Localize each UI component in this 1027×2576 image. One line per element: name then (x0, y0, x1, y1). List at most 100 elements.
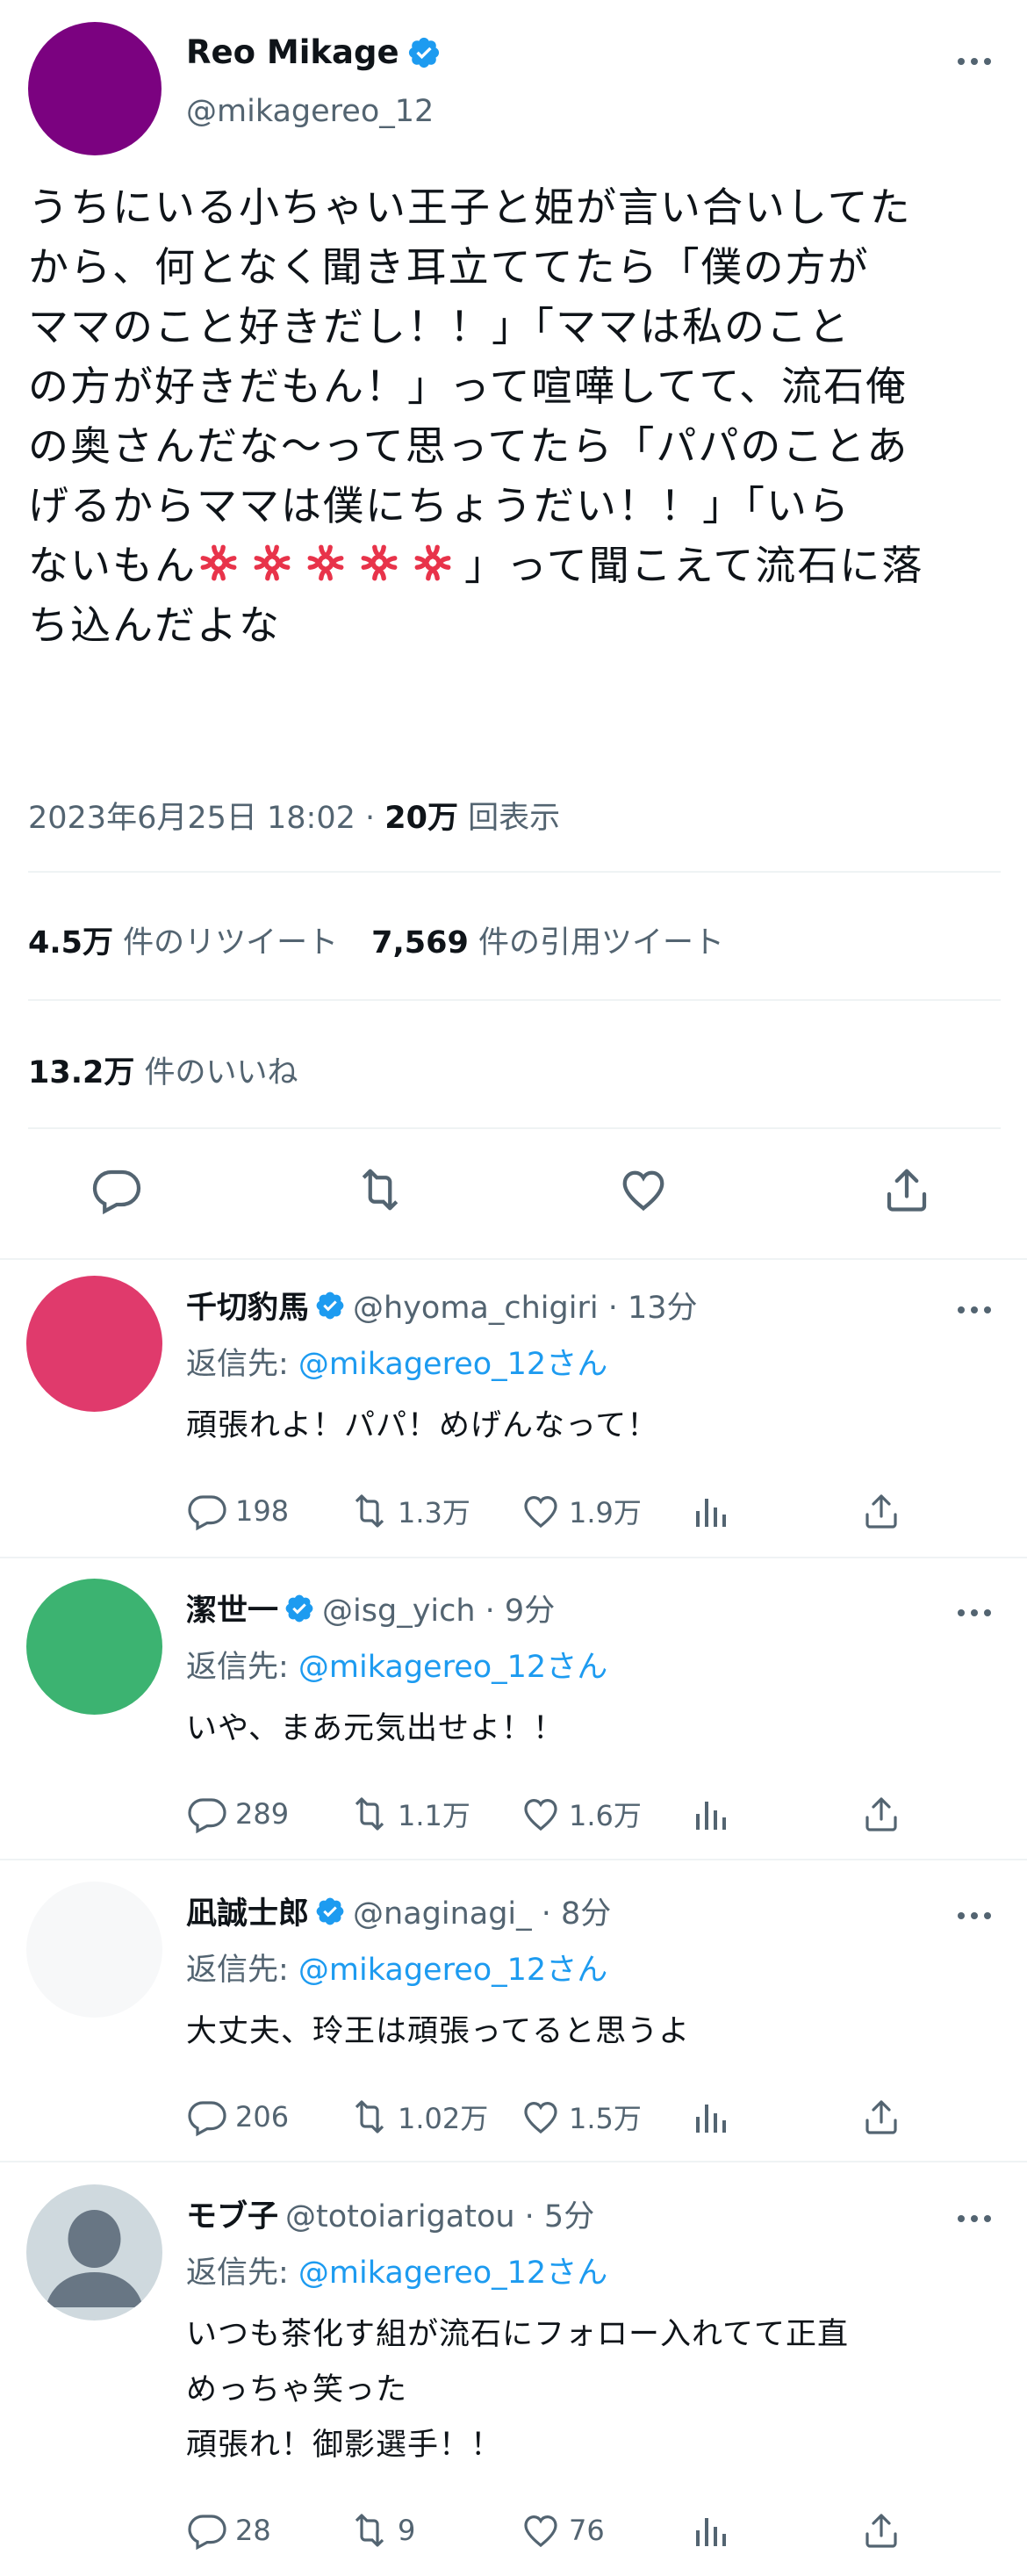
tweet-text-line: うちにいる小ちゃい王子と姫が言い合いしてた (28, 183, 912, 231)
share-button[interactable] (860, 1490, 902, 1532)
reply-icon (188, 2515, 226, 2551)
retweet-icon (355, 2100, 384, 2133)
quote-stat[interactable]: 7,569 件の引用ツイート (371, 925, 724, 961)
like-total: 13.2万 (28, 1055, 135, 1090)
more-icon[interactable] (952, 1600, 996, 1626)
reply-to-label: 返信先: (186, 2256, 298, 2291)
views-button[interactable] (691, 2509, 733, 2551)
reply-avatar[interactable] (26, 1276, 162, 1412)
more-icon[interactable] (952, 1903, 996, 1929)
reply-button[interactable]: 28 (186, 2509, 271, 2551)
views-button[interactable] (691, 1490, 733, 1532)
reply-button[interactable]: 206 (186, 2096, 289, 2138)
reply-tweet[interactable]: 千切豹馬 @hyoma_chigiri · 13分 返信先: @mikagere… (0, 1260, 1027, 1558)
reply-count: 289 (235, 1797, 290, 1831)
share-button[interactable] (860, 1793, 902, 1835)
anger-emoji-icon (357, 541, 401, 585)
reply-text-line: 大丈夫、玲王は頑張ってると思うよ (186, 2014, 691, 2049)
more-icon[interactable] (952, 2205, 996, 2232)
views-icon (696, 2518, 726, 2546)
retweet-stat[interactable]: 4.5万 件のリツイート (28, 925, 338, 961)
verified-badge-icon (314, 1896, 346, 1927)
like-button[interactable]: 1.5万 (520, 2096, 642, 2138)
like-button[interactable]: 1.6万 (520, 1793, 642, 1835)
reply-count: 28 (235, 2514, 271, 2547)
views-icon (696, 1499, 726, 1527)
like-total-label: 件のいいね (134, 1055, 298, 1090)
share-button[interactable] (860, 2509, 902, 2551)
more-icon[interactable] (952, 1297, 996, 1323)
tweet-text-line-emoji: ないもん 」って聞こえて流石に落 (28, 536, 1020, 595)
retweet-count: 1.02万 (398, 2102, 489, 2135)
retweet-icon[interactable] (354, 1163, 406, 1216)
reply-to-user-link[interactable]: @mikagereo_12さん (298, 2256, 607, 2291)
retweet-count: 1.3万 (398, 1496, 470, 1529)
views-button[interactable] (691, 2096, 733, 2138)
reply-icon[interactable] (90, 1163, 143, 1216)
retweet-button[interactable]: 1.02万 (348, 2096, 488, 2138)
reply-header: モブ子 @totoiarigatou · 5分 (186, 2191, 594, 2236)
share-icon[interactable] (880, 1163, 933, 1216)
tweet-text-fragment: 」って聞こえて流石に落 (464, 542, 924, 589)
like-icon (524, 1495, 557, 1529)
views-icon (696, 2105, 726, 2133)
reply-author-name[interactable]: 千切豹馬 (186, 1283, 309, 1328)
like-stats[interactable]: 13.2万 件のいいね (28, 1047, 298, 1092)
reply-button[interactable]: 289 (186, 1793, 289, 1835)
tweet-text-line: から、何となく聞き耳立ててたら「僕の方が (28, 243, 870, 291)
reply-author-handle[interactable]: @isg_yich · 9分 (322, 1586, 555, 1630)
views-icon (696, 1802, 726, 1830)
like-icon[interactable] (617, 1163, 670, 1216)
reply-author-name[interactable]: モブ子 (186, 2191, 278, 2236)
reply-author-name[interactable]: 凪誠士郎 (186, 1889, 309, 1933)
tweet-timestamp[interactable]: 2023年6月25日 18:02 · (28, 801, 384, 836)
reply-to-user-link[interactable]: @mikagereo_12さん (298, 1953, 607, 1988)
reply-tweet[interactable]: 潔世一 @isg_yich · 9分 返信先: @mikagereo_12さん … (0, 1563, 1027, 1861)
divider (0, 1557, 1027, 1558)
view-label: 回表示 (457, 801, 561, 836)
reply-text-line: 頑張れよ！パパ！めげんなって！ (186, 1408, 659, 1443)
reply-author-handle[interactable]: @naginagi_ · 8分 (353, 1889, 611, 1933)
retweet-button[interactable]: 9 (348, 2509, 415, 2551)
reply-avatar[interactable] (26, 1882, 162, 2018)
divider (0, 1859, 1027, 1860)
like-icon (524, 1798, 557, 1831)
like-button[interactable]: 1.9万 (520, 1490, 642, 1532)
like-icon (524, 2101, 557, 2134)
reply-avatar[interactable] (26, 1579, 162, 1715)
like-button[interactable]: 76 (520, 2509, 605, 2551)
reply-author-name[interactable]: 潔世一 (186, 1586, 278, 1630)
divider (28, 871, 1001, 873)
reply-author-handle[interactable]: @hyoma_chigiri · 13分 (353, 1283, 697, 1328)
author-avatar[interactable] (28, 22, 162, 155)
reply-to-label: 返信先: (186, 1650, 298, 1685)
more-icon[interactable] (952, 48, 996, 75)
quote-total: 7,569 (371, 925, 469, 961)
share-button[interactable] (860, 2096, 902, 2138)
reply-to-user-link[interactable]: @mikagereo_12さん (298, 1650, 607, 1685)
retweet-button[interactable]: 1.3万 (348, 1490, 470, 1532)
reply-author-handle[interactable]: @totoiarigatou · 5分 (285, 2191, 594, 2236)
reply-header: 凪誠士郎 @naginagi_ · 8分 (186, 1889, 611, 1933)
author-name-row[interactable]: Reo Mikage (186, 33, 442, 71)
tweet-text: うちにいる小ちゃい王子と姫が言い合いしてた から、何となく聞き耳立ててたら「僕の… (28, 177, 1020, 655)
reply-to: 返信先: @mikagereo_12さん (186, 2248, 607, 2292)
reply-button[interactable]: 198 (186, 1490, 289, 1532)
tweet-text-line: ち込んだよな (28, 601, 281, 649)
main-tweet: Reo Mikage @mikagereo_12 うちにいる小ちゃい王子と姫が言… (0, 0, 1027, 1260)
retweet-icon (355, 1797, 384, 1831)
anger-emoji-icon (250, 541, 294, 585)
reply-tweet[interactable]: モブ子 @totoiarigatou · 5分 返信先: @mikagereo_… (0, 2169, 1027, 2576)
author-handle[interactable]: @mikagereo_12 (186, 94, 434, 129)
reply-actions: 198 1.3万 1.9万 (186, 1490, 976, 1534)
author-name[interactable]: Reo Mikage (186, 33, 399, 71)
reply-to-user-link[interactable]: @mikagereo_12さん (298, 1347, 607, 1382)
default-avatar-icon[interactable] (26, 2184, 162, 2321)
retweet-button[interactable]: 1.1万 (348, 1793, 470, 1835)
share-icon (865, 2514, 897, 2548)
reply-tweet[interactable]: 凪誠士郎 @naginagi_ · 8分 返信先: @mikagereo_12さ… (0, 1866, 1027, 2164)
views-button[interactable] (691, 1793, 733, 1835)
tweet-text-line: の奥さんだな〜って思ってたら「パパのことあ (28, 422, 909, 470)
retweet-icon (355, 1494, 384, 1528)
reply-text: 頑張れよ！パパ！めげんなって！ (186, 1399, 658, 1454)
